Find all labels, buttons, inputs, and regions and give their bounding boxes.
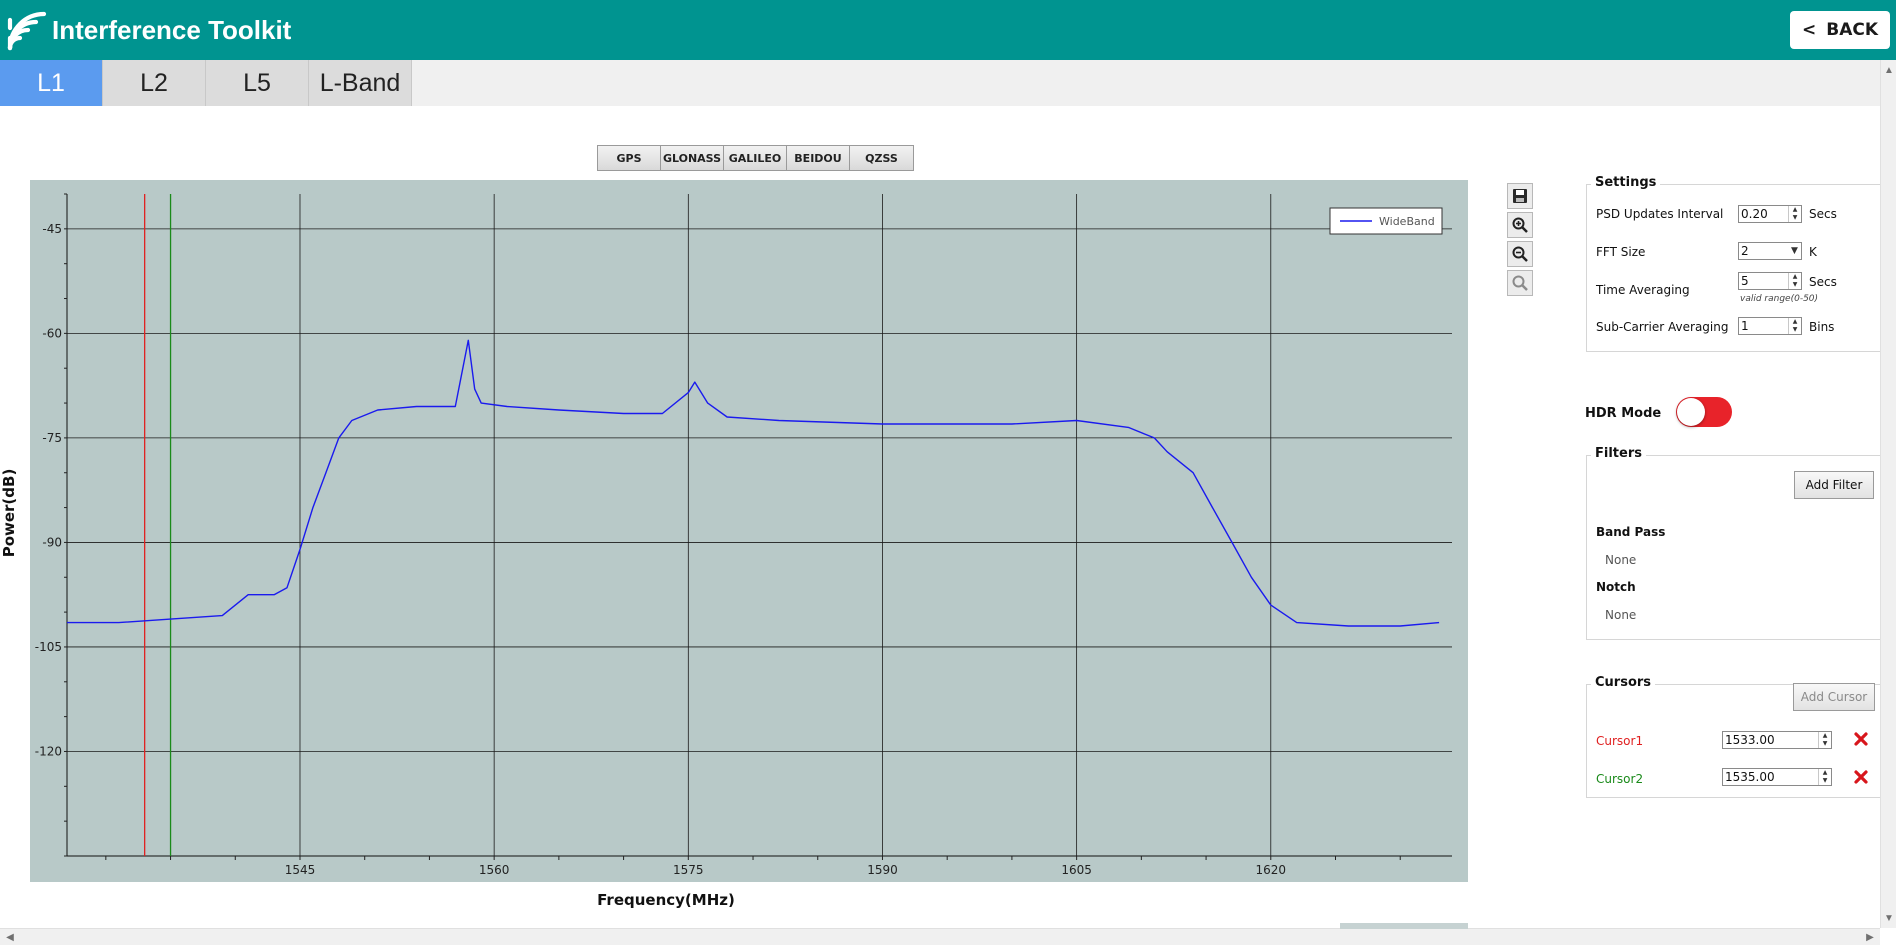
save-icon — [1513, 189, 1527, 203]
scroll-up-icon[interactable]: ▲ — [1881, 62, 1896, 78]
cursor1-label: Cursor1 — [1596, 734, 1644, 748]
band-pass-value: None — [1605, 553, 1637, 567]
delete-cursor1-icon[interactable] — [1853, 731, 1869, 747]
zoom-out-icon — [1512, 246, 1528, 262]
back-button[interactable]: < BACK — [1790, 11, 1890, 49]
app-title: Interference Toolkit — [52, 15, 292, 45]
cursor2-frequency-input[interactable] — [1725, 769, 1817, 785]
hdr-mode-toggle[interactable] — [1676, 397, 1732, 427]
y-tick-label: -90 — [42, 535, 62, 549]
fft-size-unit: K — [1809, 245, 1817, 259]
tab-l1[interactable]: L1 — [0, 60, 103, 106]
app-logo-icon — [7, 11, 47, 51]
fft-size-select[interactable]: ▼ — [1738, 242, 1802, 260]
psd-interval-unit: Secs — [1809, 207, 1837, 221]
constellation-galileo-button[interactable]: GALILEO — [724, 146, 787, 170]
notch-value: None — [1605, 608, 1637, 622]
save-chart-button[interactable] — [1507, 183, 1533, 209]
sub-carrier-averaging-label: Sub-Carrier Averaging — [1596, 320, 1729, 334]
band-tab-bar: L1 L2 L5 L-Band — [0, 60, 1880, 106]
x-tick-label: 1545 — [285, 863, 316, 877]
y-tick-label: -105 — [35, 640, 62, 654]
zoom-out-button[interactable] — [1507, 241, 1533, 267]
cursors-title: Cursors — [1591, 675, 1656, 690]
add-cursor-button[interactable]: Add Cursor — [1793, 683, 1875, 711]
hdr-mode-label: HDR Mode — [1585, 406, 1662, 421]
y-tick-label: -120 — [35, 744, 62, 758]
constellation-qzss-button[interactable]: QZSS — [850, 146, 913, 170]
delete-cursor2-icon[interactable] — [1853, 769, 1869, 785]
fft-size-input[interactable] — [1741, 243, 1787, 259]
scroll-left-icon[interactable]: ◀ — [2, 929, 18, 945]
back-button-label: BACK — [1826, 20, 1878, 40]
chart-plot-background — [30, 180, 1468, 882]
cursor2-spinbox[interactable]: ▲▼ — [1722, 768, 1832, 786]
zoom-in-icon — [1512, 217, 1528, 233]
y-tick-label: -60 — [42, 326, 62, 340]
psd-interval-input[interactable] — [1741, 206, 1787, 222]
zoom-reset-icon — [1512, 275, 1528, 291]
y-tick-label: -45 — [42, 222, 62, 236]
app-header: Interference Toolkit < BACK — [0, 0, 1896, 60]
notch-label: Notch — [1596, 580, 1636, 594]
x-tick-label: 1575 — [673, 863, 704, 877]
psd-interval-spinbox[interactable]: ▲▼ — [1738, 205, 1802, 223]
vertical-scrollbar[interactable]: ▲ ▼ — [1880, 60, 1896, 928]
legend-label: WideBand — [1379, 215, 1435, 228]
x-axis-label: Frequency(MHz) — [597, 891, 735, 909]
zoom-in-button[interactable] — [1507, 212, 1533, 238]
tab-l-band[interactable]: L-Band — [309, 60, 412, 106]
scroll-down-icon[interactable]: ▼ — [1881, 910, 1896, 926]
constellation-gps-button[interactable]: GPS — [598, 146, 661, 170]
x-tick-label: 1560 — [479, 863, 510, 877]
time-averaging-input[interactable] — [1741, 273, 1787, 289]
sub-carrier-averaging-spinbox[interactable]: ▲▼ — [1738, 317, 1802, 335]
time-averaging-unit: Secs — [1809, 275, 1837, 289]
cursor2-label: Cursor2 — [1596, 772, 1644, 786]
filters-title: Filters — [1591, 446, 1646, 461]
scroll-right-icon[interactable]: ▶ — [1862, 929, 1878, 945]
x-tick-label: 1620 — [1256, 863, 1287, 877]
sub-carrier-averaging-unit: Bins — [1809, 320, 1835, 334]
x-tick-label: 1590 — [867, 863, 898, 877]
psd-interval-label: PSD Updates Interval — [1596, 207, 1724, 221]
dropdown-arrow-icon: ▼ — [1791, 246, 1798, 256]
cursor1-spinbox[interactable]: ▲▼ — [1722, 731, 1832, 749]
tab-l5[interactable]: L5 — [206, 60, 309, 106]
psd-chart[interactable]: -45 -60 -75 -90 -105 -120 1545 1560 1575 1590 1605… — [0, 178, 1470, 918]
horizontal-scrollbar[interactable]: ◀ ▶ — [0, 923, 1880, 945]
fft-size-label: FFT Size — [1596, 245, 1646, 259]
constellation-glonass-button[interactable]: GLONASS — [661, 146, 724, 170]
zoom-reset-button[interactable] — [1507, 270, 1533, 296]
y-tick-label: -75 — [42, 431, 62, 445]
horizontal-scroll-thumb[interactable] — [1340, 923, 1468, 929]
constellation-selector: GPS GLONASS GALILEO BEIDOU QZSS — [597, 145, 914, 171]
time-averaging-spinbox[interactable]: ▲▼ — [1738, 272, 1802, 290]
y-axis-label: Power(dB) — [0, 469, 18, 558]
time-averaging-hint: valid range(0-50) — [1740, 294, 1819, 304]
back-chevron-icon: < — [1801, 20, 1817, 40]
time-averaging-label: Time Averaging — [1596, 283, 1690, 297]
sub-carrier-averaging-input[interactable] — [1741, 318, 1787, 334]
x-tick-label: 1605 — [1061, 863, 1092, 877]
settings-title: Settings — [1591, 175, 1661, 190]
constellation-beidou-button[interactable]: BEIDOU — [787, 146, 850, 170]
cursor1-frequency-input[interactable] — [1725, 732, 1817, 748]
add-filter-button[interactable]: Add Filter — [1794, 471, 1874, 499]
band-pass-label: Band Pass — [1596, 525, 1666, 539]
hdr-toggle-knob — [1677, 398, 1705, 426]
tab-l2[interactable]: L2 — [103, 60, 206, 106]
